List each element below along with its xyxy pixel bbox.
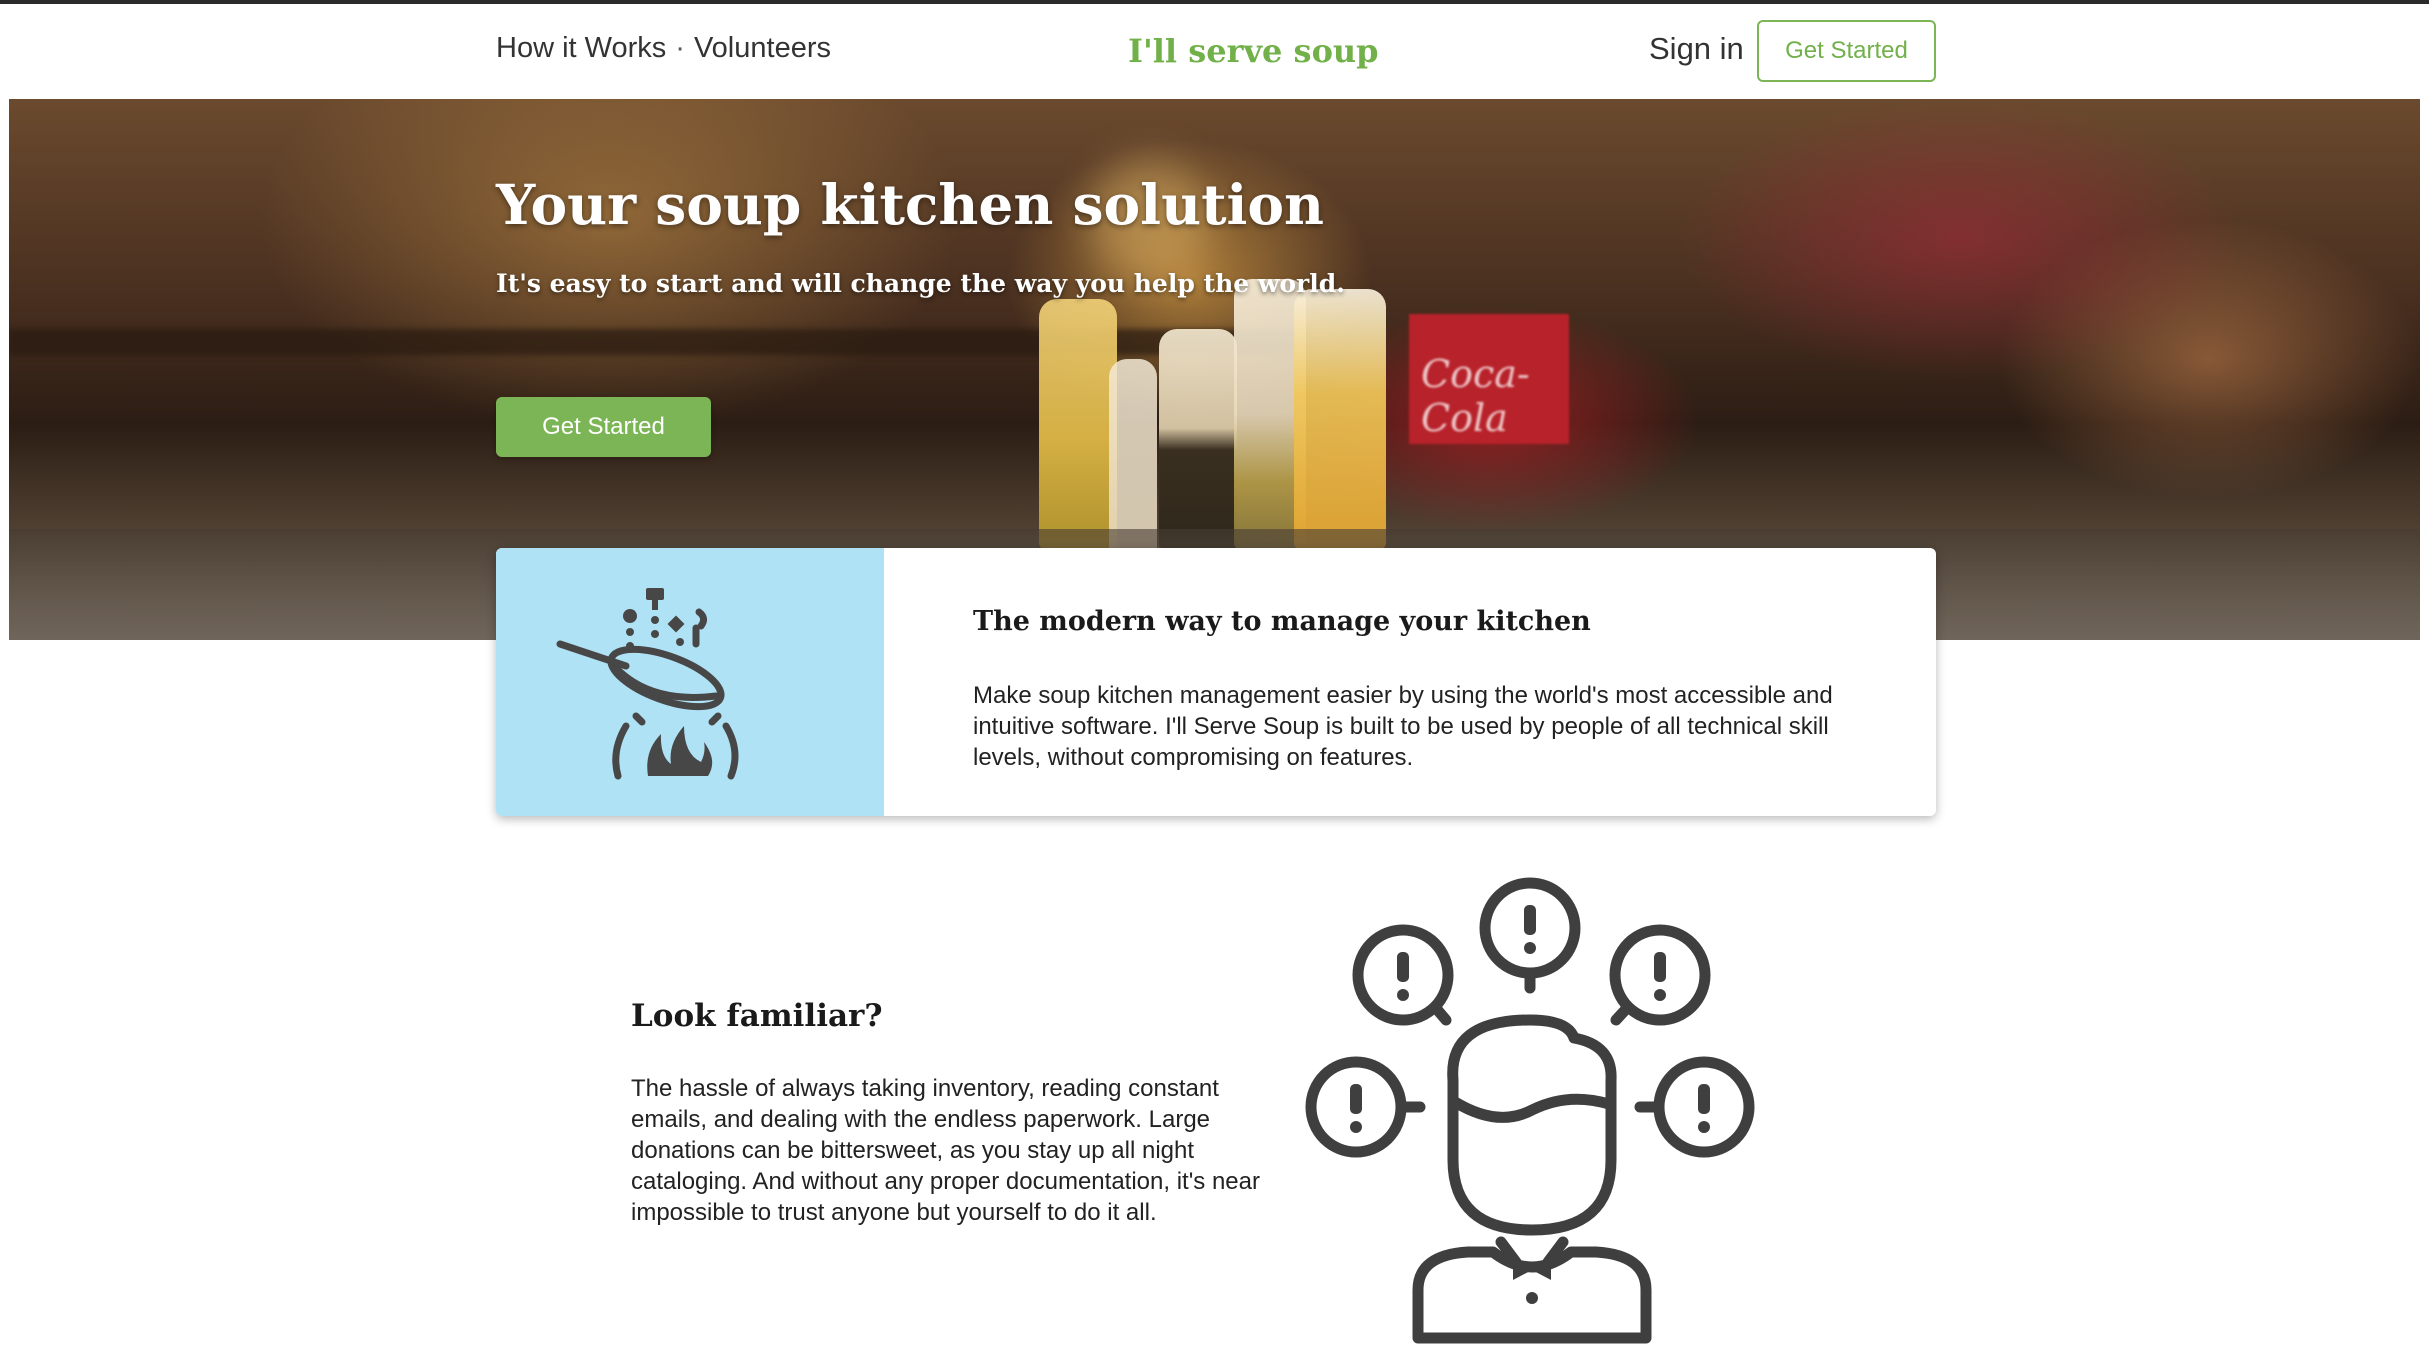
hero-title: Your soup kitchen solution bbox=[496, 172, 1325, 237]
feature-card-title: The modern way to manage your kitchen bbox=[973, 606, 1591, 637]
brand-logo[interactable]: I'll serve soup bbox=[1128, 32, 1379, 70]
feature-card-image bbox=[496, 548, 884, 816]
nav-volunteers[interactable]: Volunteers bbox=[694, 32, 831, 65]
coke-sign: Coca-Cola bbox=[1409, 314, 1569, 444]
sign-in-link[interactable]: Sign in bbox=[1649, 31, 1744, 67]
site-header: How it Works · Volunteers I'll serve soup … bbox=[0, 4, 2429, 100]
header-get-started-button[interactable]: Get Started bbox=[1757, 20, 1936, 82]
familiar-text: The hassle of always taking inventory, r… bbox=[631, 1075, 1260, 1226]
nav-how-it-works[interactable]: How it Works bbox=[496, 32, 666, 65]
familiar-title: Look familiar? bbox=[631, 998, 883, 1034]
hero-get-started-button[interactable]: Get Started bbox=[496, 397, 711, 457]
feature-card-text: Make soup kitchen management easier by u… bbox=[973, 682, 1833, 771]
main-nav: How it Works · Volunteers bbox=[496, 32, 831, 65]
hero-subtitle: It's easy to start and will change the w… bbox=[496, 269, 1345, 298]
nav-separator: · bbox=[675, 32, 685, 64]
stressed-person-icon bbox=[1298, 870, 1768, 1355]
feature-card: The modern way to manage your kitchen Ma… bbox=[496, 548, 1936, 816]
